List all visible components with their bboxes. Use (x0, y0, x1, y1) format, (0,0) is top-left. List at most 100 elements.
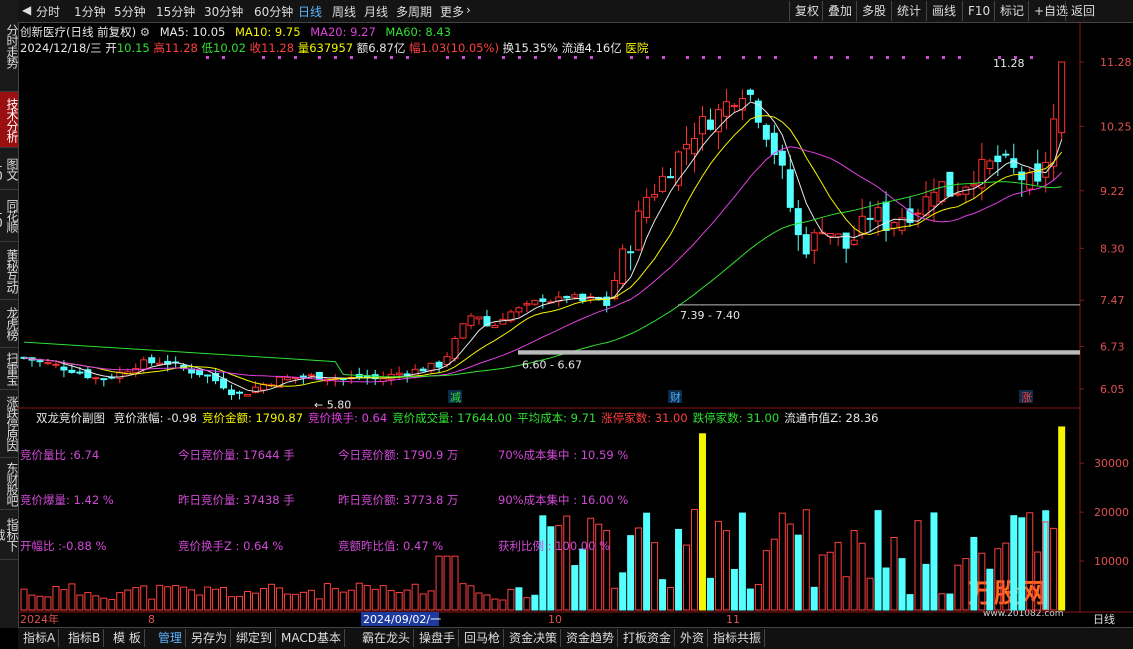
more-chevron-icon[interactable]: › (466, 3, 471, 17)
auction-bar (251, 592, 259, 611)
left-tab-1[interactable]: 技术分析 (0, 92, 18, 148)
left-tab-4[interactable]: 董秘互动 (0, 242, 18, 300)
sub-item-0: 竞价涨幅: -0.98 (113, 411, 197, 425)
indicator-tab-6[interactable]: MACD基本 (278, 629, 345, 647)
toolbar-btn-1[interactable]: 叠加 (822, 1, 857, 21)
toolbar-btn-5[interactable]: F10 (962, 1, 995, 21)
auction-bar (44, 596, 52, 611)
auction-bar (970, 536, 978, 611)
prev-arrow-icon[interactable]: ◀ (22, 3, 31, 17)
indicator-tab-3[interactable]: 管理 (155, 629, 187, 647)
period-6[interactable]: 日线 (298, 3, 322, 20)
sub-item-7: 流通市值Z: 28.36 (784, 411, 879, 425)
candle (331, 374, 339, 387)
candle (1002, 149, 1010, 159)
auction-bar (635, 527, 643, 611)
indicator-tab-7[interactable]: 霸在龙头 (359, 629, 415, 647)
left-tab-3[interactable]: 同花顺10 (0, 190, 18, 242)
period-10[interactable]: 更多 (440, 3, 464, 20)
signal-dot (718, 56, 721, 59)
candle (762, 123, 770, 147)
indicator-tab-2[interactable]: 模 板 (110, 629, 145, 647)
indicator-tab-13[interactable]: 外资 (677, 629, 709, 647)
signal-dot (390, 56, 393, 59)
auction-bar (355, 582, 363, 611)
signal-dot (886, 56, 889, 59)
period-5[interactable]: 60分钟 (254, 3, 293, 20)
signal-dot (630, 56, 633, 59)
indicator-tab-11[interactable]: 资金趋势 (563, 629, 619, 647)
left-tab-5[interactable]: 龙虎榜 (0, 300, 18, 348)
auction-bar (794, 534, 802, 611)
period-1[interactable]: 1分钟 (74, 3, 106, 20)
auction-bar (746, 588, 754, 611)
period-0[interactable]: 分时 (36, 3, 60, 20)
toolbar-btn-2[interactable]: 多股 (856, 1, 891, 21)
signal-dot (646, 56, 649, 59)
candle (675, 150, 683, 191)
left-tab-8[interactable]: 东财股吧 (0, 458, 18, 510)
auction-bar (515, 587, 523, 611)
marker-cai[interactable]: 财 (670, 390, 681, 404)
toolbar-btn-6[interactable]: 标记 (994, 1, 1029, 21)
auction-bar (291, 593, 299, 611)
indicator-tab-1[interactable]: 指标B (65, 629, 105, 647)
auction-bar (236, 595, 244, 611)
ma-settings-icon[interactable]: ⚙ (140, 25, 150, 39)
candle (84, 366, 92, 380)
marker-zhang[interactable]: 涨 (1021, 391, 1032, 404)
candle (690, 122, 698, 173)
marker-jian[interactable]: 减 (450, 391, 461, 404)
signal-dot (830, 56, 833, 59)
signal-dot (502, 56, 505, 59)
toolbar-btn-4[interactable]: 画线 (926, 1, 961, 21)
left-tab-6[interactable]: 扫雷宝 (0, 348, 18, 390)
indicator-tab-10[interactable]: 资金决策 (506, 629, 562, 647)
period-3[interactable]: 15分钟 (156, 3, 195, 20)
signal-dot (1030, 56, 1033, 59)
toolbar-btn-0[interactable]: 复权 (789, 1, 824, 21)
indicator-tab-0[interactable]: 指标A (20, 629, 60, 647)
left-tab-0[interactable]: 分时走势 (0, 0, 18, 92)
left-tab-7[interactable]: 涨跌停原因 (0, 390, 18, 458)
auction-bar (427, 590, 435, 611)
sub-indicator-title[interactable]: 双龙竞价副图 (36, 411, 105, 425)
auction-bar (411, 583, 419, 611)
auction-bar (770, 538, 778, 611)
period-9[interactable]: 多周期 (396, 3, 432, 20)
indicator-tab-8[interactable]: 操盘手 (416, 629, 460, 647)
period-4[interactable]: 30分钟 (204, 3, 243, 20)
indicator-tab-5[interactable]: 绑定到 (233, 629, 277, 647)
sub-item-6: 跌停家数: 31.00 (692, 411, 780, 425)
signal-dot (590, 56, 593, 59)
auction-bar (954, 564, 962, 611)
indicator-tab-14[interactable]: 指标共振 (710, 629, 766, 647)
period-2[interactable]: 5分钟 (114, 3, 146, 20)
kline-chart[interactable]: 11.28 10.25 9.22 8.30 7.47 6.73 6.05 7.39 - 7.4… (18, 22, 1133, 627)
period-7[interactable]: 周线 (332, 3, 356, 20)
period-8[interactable]: 月线 (364, 3, 388, 20)
amount-label: 额 (356, 41, 369, 55)
sub-item-3: 竞价成交量: 17644.00 (392, 411, 513, 425)
indicator-tab-12[interactable]: 打板资金 (620, 629, 676, 647)
candle (1058, 61, 1066, 141)
indicator-tab-9[interactable]: 回马枪 (461, 629, 505, 647)
stat-4: 竞价爆量: 1.42 % (20, 493, 114, 507)
auction-bar (690, 508, 698, 611)
candle (236, 390, 244, 400)
toolbar-btn-3[interactable]: 统计 (891, 1, 926, 21)
toolbar-btn-8[interactable]: 返回 (1065, 1, 1100, 21)
auction-bar (180, 586, 188, 611)
sector-tag[interactable]: 医院 (625, 41, 648, 55)
auction-bar (387, 590, 395, 611)
indicator-tab-4[interactable]: 另存为 (188, 629, 232, 647)
auction-bar (68, 583, 76, 611)
signal-dot (686, 56, 689, 59)
left-tab-9[interactable]: 指标下载 (0, 510, 18, 560)
left-tab-2[interactable]: 图文10 (0, 148, 18, 190)
sub-indicator-header: 双龙竞价副图 竞价涨幅: -0.98 竞价金额: 1790.87 竞价换手: 0.6… (36, 410, 878, 426)
float-label: 流通 (561, 41, 585, 55)
signal-dot (558, 56, 561, 59)
auction-bar (475, 592, 483, 611)
auction-bar (563, 515, 571, 611)
